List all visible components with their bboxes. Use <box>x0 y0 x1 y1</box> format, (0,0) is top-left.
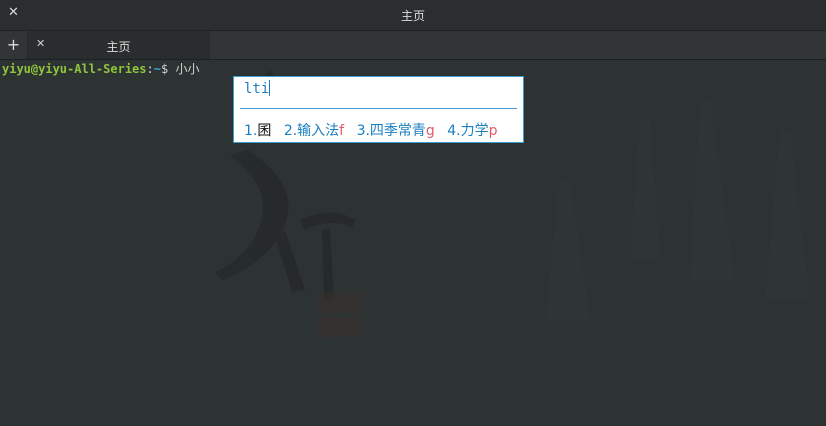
text-caret <box>269 80 271 96</box>
ime-candidate[interactable]: 2.输入法f <box>284 120 344 140</box>
tab-home[interactable]: ✕ 主页 <box>28 31 210 59</box>
ime-candidate-list: 1.囷 2.输入法f 3.四季常青g 4.力学p <box>244 120 506 140</box>
candidate-index: 4. <box>447 123 461 139</box>
ime-divider <box>240 108 517 109</box>
typed-text: 小小 <box>175 62 200 76</box>
candidate-text: 输入法 <box>297 123 340 139</box>
ime-candidate[interactable]: 3.四季常青g <box>357 120 435 140</box>
window-titlebar: ✕ 主页 <box>0 0 826 31</box>
ime-preedit-text: lti <box>244 81 270 97</box>
ime-candidate[interactable]: 4.力学p <box>447 120 497 140</box>
candidate-text: 力学 <box>460 123 489 139</box>
window-title: 主页 <box>400 9 425 23</box>
candidate-hint: f <box>339 123 345 139</box>
prompt-path: ~ <box>153 62 161 76</box>
candidate-index: 1. <box>244 123 258 139</box>
prompt-colon: : <box>146 62 154 76</box>
terminal-prompt-line: yiyu@yiyu-All-Series:~$ 小小 <box>2 61 199 77</box>
candidate-index: 3. <box>356 123 370 139</box>
ime-preedit[interactable]: lti <box>244 80 271 97</box>
prompt-symbol: $ <box>160 62 169 76</box>
candidate-text: 囷 <box>257 123 272 139</box>
ime-candidate[interactable]: 1.囷 <box>244 120 271 140</box>
candidate-text: 四季常青 <box>369 123 426 139</box>
ime-candidate-window: lti 1.囷 2.输入法f 3.四季常青g 4.力学p <box>233 76 524 143</box>
candidate-hint: g <box>425 123 435 139</box>
tab-bar: + ✕ 主页 <box>0 31 826 60</box>
candidate-index: 2. <box>283 123 298 139</box>
candidate-hint: p <box>488 123 498 139</box>
tab-label: 主页 <box>106 40 131 54</box>
prompt-user: yiyu@yiyu-All-Series <box>2 62 147 76</box>
plus-icon: + <box>6 35 21 54</box>
new-tab-button[interactable]: + <box>0 31 28 59</box>
